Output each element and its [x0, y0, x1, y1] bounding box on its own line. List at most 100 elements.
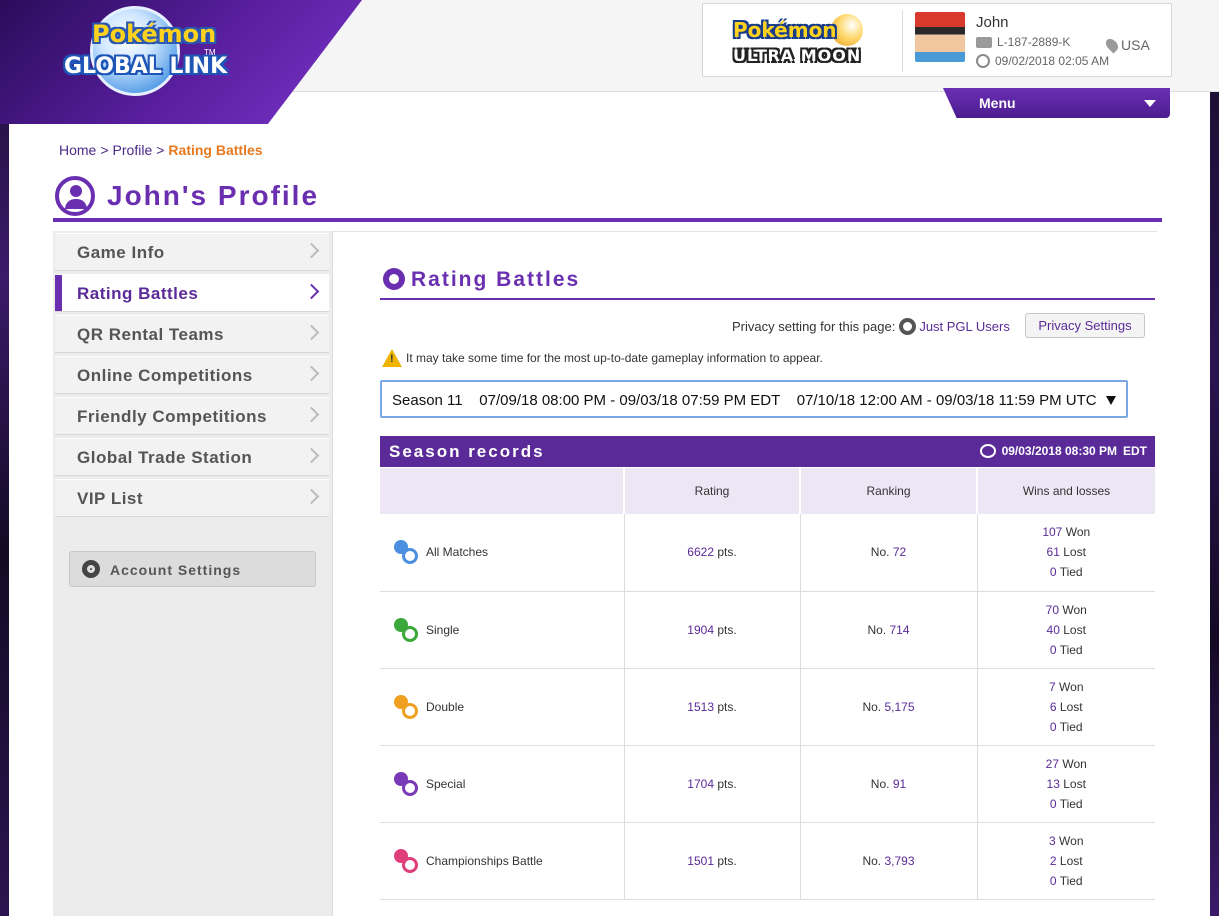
ranking-value: 5,175 — [884, 699, 915, 714]
table-header-row: Rating Ranking Wins and losses — [380, 468, 1155, 514]
breadcrumb: Home > Profile > Rating Battles — [59, 142, 263, 158]
pts-unit: pts. — [717, 545, 737, 560]
category-cell: Championships Battle — [380, 822, 625, 900]
sidebar-item-label: VIP List — [77, 489, 144, 508]
ranking-prefix: No. — [862, 853, 882, 868]
game-logo-pokemon: Pokémon — [733, 18, 837, 42]
rating-cell: 6622 pts. — [624, 514, 801, 592]
won-count: 107 — [1042, 525, 1063, 540]
records-timestamp: 09/03/2018 08:30 PM EDT — [979, 444, 1147, 458]
location-pin-icon — [1103, 36, 1121, 54]
chevron-right-icon — [303, 242, 320, 259]
ranking-prefix: No. — [870, 545, 890, 560]
avatar[interactable] — [915, 12, 965, 62]
won-count: 70 — [1045, 602, 1060, 617]
battle-category-icon — [392, 847, 420, 875]
pts-unit: pts. — [717, 622, 737, 637]
ranking-cell: No. 3,793 — [800, 822, 978, 900]
won-label: Won — [1059, 833, 1084, 848]
background-right — [1209, 0, 1219, 916]
rating-cell: 1704 pts. — [624, 745, 801, 823]
chevron-right-icon — [303, 365, 320, 382]
tied-count: 0 — [1049, 642, 1057, 657]
page-title: John's Profile — [107, 180, 320, 211]
breadcrumb-separator: > — [100, 142, 109, 158]
records-stamp-date: 09/03/2018 08:30 PM — [1001, 444, 1117, 458]
column-header-category — [380, 468, 625, 514]
lost-label: Lost — [1063, 545, 1086, 560]
game-user-panel: Pokémon ULTRA MOON John L-187-2889-K 09/… — [702, 3, 1172, 77]
pts-unit: pts. — [717, 776, 737, 791]
sidebar-item-online-competitions[interactable]: Online Competitions — [55, 356, 329, 394]
table-row: Single 1904 pts. No. 714 70 Won 40 Lost 0 Tie… — [380, 591, 1155, 669]
category-label: Double — [426, 699, 465, 714]
sidebar-item-friendly-competitions[interactable]: Friendly Competitions — [55, 397, 329, 435]
wins-losses-cell: 7 Won 6 Lost 0 Tied — [977, 668, 1155, 746]
sidebar-item-label: QR Rental Teams — [77, 325, 225, 344]
chevron-down-icon — [1144, 100, 1156, 107]
tied-count: 0 — [1049, 873, 1057, 888]
logo-pokemon-text: Pokémon — [92, 20, 217, 48]
privacy-settings-button[interactable]: Privacy Settings — [1025, 313, 1145, 338]
table-row: Double 1513 pts. No. 5,175 7 Won 6 Lost 0 Tie… — [380, 668, 1155, 746]
sidebar-item-global-trade-station[interactable]: Global Trade Station — [55, 438, 329, 476]
gear-icon — [82, 560, 100, 578]
divider — [902, 10, 903, 72]
game-logo-title: ULTRA MOON — [733, 46, 862, 65]
account-settings-button[interactable]: Account Settings — [69, 551, 316, 587]
rating-value: 1513 — [687, 699, 714, 714]
ranking-cell: No. 72 — [800, 514, 978, 592]
won-count: 7 — [1049, 679, 1056, 694]
category-cell: Special — [380, 745, 625, 823]
season-records-header: Season records 09/03/2018 08:30 PM EDT — [380, 436, 1155, 467]
tied-count: 0 — [1049, 796, 1057, 811]
ultra-moon-logo: Pokémon ULTRA MOON — [727, 12, 877, 72]
pts-unit: pts. — [717, 853, 737, 868]
rating-value: 1904 — [687, 622, 714, 637]
tied-label: Tied — [1059, 873, 1083, 888]
tied-count: 0 — [1049, 565, 1057, 580]
won-count: 27 — [1045, 756, 1060, 771]
rating-value: 6622 — [687, 545, 714, 560]
column-header-ranking: Ranking — [800, 468, 978, 514]
column-header-wins-losses: Wins and losses — [977, 468, 1155, 514]
tied-label: Tied — [1059, 796, 1083, 811]
lost-label: Lost — [1059, 699, 1083, 714]
sidebar-item-label: Online Competitions — [77, 366, 253, 385]
sidebar-item-label: Friendly Competitions — [77, 407, 267, 426]
rating-cell: 1501 pts. — [624, 822, 801, 900]
season-records-title: Season records — [389, 442, 545, 461]
won-label: Won — [1059, 679, 1084, 694]
sidebar-item-label: Global Trade Station — [77, 448, 253, 467]
chevron-right-icon — [303, 488, 320, 505]
column-header-rating: Rating — [624, 468, 801, 514]
wins-losses-cell: 70 Won 40 Lost 0 Tied — [977, 591, 1155, 669]
category-cell: Single — [380, 591, 625, 669]
season-records-table: Rating Ranking Wins and losses All Match… — [380, 468, 1155, 900]
breadcrumb-profile[interactable]: Profile — [113, 142, 153, 158]
chevron-right-icon — [303, 406, 320, 423]
breadcrumb-current: Rating Battles — [168, 142, 263, 158]
category-cell: All Matches — [380, 514, 625, 592]
user-id: L-187-2889-K — [997, 35, 1071, 49]
lost-count: 2 — [1049, 853, 1057, 868]
season-select[interactable]: Season 11 07/09/18 08:00 PM - 09/03/18 0… — [380, 380, 1128, 418]
breadcrumb-home[interactable]: Home — [59, 142, 96, 158]
section-divider — [380, 298, 1155, 300]
sync-icon — [979, 444, 996, 458]
sidebar-item-rating-battles[interactable]: Rating Battles — [55, 274, 329, 312]
battle-category-icon — [392, 693, 420, 721]
id-card-icon — [976, 36, 992, 48]
privacy-icon — [899, 318, 917, 335]
sidebar-item-qr-rental-teams[interactable]: QR Rental Teams — [55, 315, 329, 353]
sidebar-item-vip-list[interactable]: VIP List — [55, 479, 329, 517]
sidebar-item-game-info[interactable]: Game Info — [55, 233, 329, 271]
country-label: USA — [1121, 37, 1150, 53]
ranking-prefix: No. — [870, 776, 890, 791]
won-label: Won — [1065, 525, 1091, 540]
section-title: Rating Battles — [411, 268, 581, 291]
lost-label: Lost — [1063, 776, 1086, 791]
tied-label: Tied — [1059, 719, 1083, 734]
tied-count: 0 — [1049, 719, 1057, 734]
menu-button[interactable]: Menu — [943, 88, 1170, 118]
